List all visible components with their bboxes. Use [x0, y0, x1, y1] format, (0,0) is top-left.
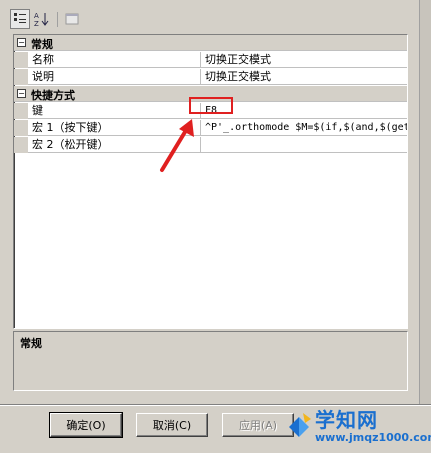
category-label: 常规	[31, 38, 53, 51]
property-name-value[interactable]: 切换正交模式	[202, 52, 407, 68]
sort-az-icon: A Z	[34, 12, 49, 27]
property-description-value[interactable]: 切换正交模式	[202, 69, 407, 85]
property-macro2-value[interactable]	[202, 137, 407, 153]
sort-alphabetical-button[interactable]: A Z	[32, 9, 52, 29]
property-row-name[interactable]: 名称 切换正交模式	[14, 52, 407, 68]
category-shortcut-row[interactable]: − 快捷方式	[14, 86, 407, 102]
collapse-icon[interactable]: −	[17, 38, 26, 47]
row-gutter	[14, 120, 28, 136]
row-gutter	[14, 69, 28, 85]
ok-button[interactable]: 确定(O)	[49, 412, 123, 438]
watermark-logo-icon	[289, 413, 311, 437]
property-name-label: 名称	[29, 52, 201, 68]
window-edge	[419, 0, 431, 405]
row-gutter	[14, 103, 28, 119]
property-row-description[interactable]: 说明 切换正交模式	[14, 69, 407, 85]
description-panel: 常规	[13, 331, 408, 391]
property-row-macro1[interactable]: 宏 1（按下键） ^P'_.orthomode $M=$(if,$(and,$(…	[14, 120, 407, 136]
property-toolbar: A Z	[10, 9, 130, 31]
row-gutter	[14, 52, 28, 68]
property-pages-button[interactable]	[62, 9, 82, 29]
property-description-label: 说明	[29, 69, 201, 85]
collapse-icon[interactable]: −	[17, 89, 26, 98]
apply-button[interactable]: 应用(A)	[222, 413, 294, 437]
property-grid: − 常规 名称 切换正交模式 说明 切换正交模式 − 快捷方式 键 F8 宏 1…	[13, 34, 408, 329]
watermark-text: 学知网	[315, 408, 378, 432]
row-gutter	[14, 137, 28, 153]
dialog-window: A Z − 常规 名称 切换正交模式 说明 切换正交模式 − 快捷方式 键 F8…	[0, 0, 431, 453]
toolbar-separator	[57, 12, 58, 27]
property-row-key[interactable]: 键 F8	[14, 103, 407, 119]
svg-text:Z: Z	[34, 20, 39, 27]
description-title: 常规	[20, 337, 42, 350]
cancel-button[interactable]: 取消(C)	[136, 413, 208, 437]
svg-text:A: A	[34, 12, 39, 20]
categorized-icon	[14, 13, 26, 23]
watermark-url: www.jmqz1000.com	[315, 431, 431, 444]
property-key-value[interactable]: F8	[202, 103, 407, 119]
category-label: 快捷方式	[31, 89, 75, 102]
property-macro1-value[interactable]: ^P'_.orthomode $M=$(if,$(and,$(getv	[202, 120, 407, 136]
category-general-row[interactable]: − 常规	[14, 35, 407, 51]
property-pages-icon	[65, 13, 79, 25]
property-row-macro2[interactable]: 宏 2（松开键）	[14, 137, 407, 153]
watermark: 学知网 www.jmqz1000.com	[285, 403, 431, 449]
red-arrow-icon	[160, 119, 194, 172]
categorized-view-button[interactable]	[10, 9, 30, 29]
